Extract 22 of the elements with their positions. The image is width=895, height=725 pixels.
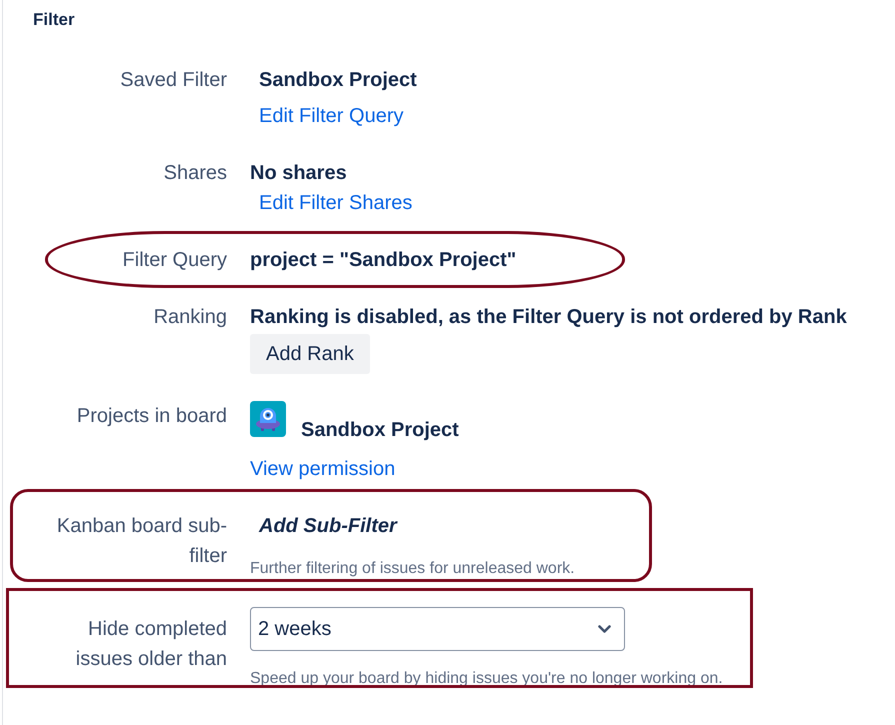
field-value: Ranking is disabled, as the Filter Query is not ordered by Rank [250, 305, 847, 330]
add-filter-link[interactable]: Add Sub-Filter [259, 511, 397, 541]
field-label: Projects in board [76, 404, 227, 429]
link[interactable]: Edit Filter Shares [259, 188, 412, 218]
action-button[interactable]: Add Rank [250, 334, 370, 374]
section-title: Filter [33, 9, 75, 31]
field-label: Shares [164, 161, 227, 186]
field-label: Saved Filter [120, 68, 227, 93]
dropdown-select[interactable]: 2 weeks [250, 607, 625, 651]
field-label: Hide completed issues older than [74, 617, 227, 672]
project-avatar-icon [250, 401, 286, 437]
link[interactable]: Edit Filter Query [259, 101, 404, 131]
field-label: Kanban board sub-filter [56, 514, 227, 569]
chevron-down-icon [598, 625, 611, 633]
field-value: project = "Sandbox Project" [250, 248, 516, 273]
link[interactable]: View permission [250, 454, 396, 484]
field-value: No shares [250, 161, 347, 186]
field-label: Filter Query [122, 248, 227, 273]
project-name: Sandbox Project [301, 418, 459, 443]
help-text: Further filtering of issues for unreleased work. [250, 559, 575, 579]
field-label: Ranking [154, 305, 227, 330]
filter-name: Sandbox Project [259, 68, 417, 93]
